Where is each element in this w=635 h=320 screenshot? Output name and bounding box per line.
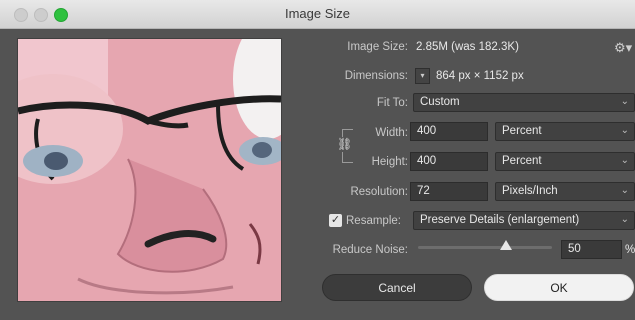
resample-method-select[interactable]: Preserve Details (enlargement) ⌄ [413, 211, 635, 230]
resolution-unit-select[interactable]: Pixels/Inch ⌄ [495, 182, 635, 201]
fit-to-select[interactable]: Custom ⌄ [413, 93, 635, 112]
chevron-down-icon[interactable]: ▾ [415, 68, 430, 84]
height-unit-select[interactable]: Percent ⌄ [495, 152, 635, 171]
gear-icon[interactable]: ⚙▾ [614, 40, 632, 56]
chain-link-icon[interactable]: ⛓ [337, 137, 352, 152]
width-label: Width: [375, 127, 408, 139]
resolution-label: Resolution: [350, 186, 408, 198]
fit-to-value: Custom [420, 96, 460, 108]
reduce-noise-label: Reduce Noise: [332, 244, 408, 256]
resolution-input[interactable]: 72 [410, 182, 488, 201]
chevron-down-icon: ⌄ [620, 125, 629, 136]
resample-label: Resample: [346, 215, 401, 227]
height-label: Height: [371, 156, 408, 168]
image-size-value: 2.85M (was 182.3K) [416, 41, 519, 53]
face-preview-image [18, 39, 281, 301]
chevron-down-icon: ⌄ [620, 155, 629, 166]
reduce-noise-unit: % [625, 244, 635, 256]
width-unit-value: Percent [502, 125, 542, 137]
reduce-noise-input[interactable]: 50 [561, 240, 622, 259]
chevron-down-icon: ⌄ [620, 185, 629, 196]
cancel-button[interactable]: Cancel [322, 274, 472, 301]
image-preview[interactable] [17, 38, 282, 302]
chevron-down-icon: ⌄ [620, 214, 629, 225]
resolution-unit-value: Pixels/Inch [502, 185, 558, 197]
resample-checkbox[interactable]: ✓ [329, 214, 342, 227]
ok-button[interactable]: OK [484, 274, 634, 301]
reduce-noise-slider-thumb[interactable] [500, 240, 512, 250]
image-size-dialog: Image Size Image Size: 2.85M (was 182.3K… [0, 0, 635, 320]
chevron-down-icon: ⌄ [620, 96, 629, 107]
title-bar: Image Size [0, 0, 635, 29]
window-title: Image Size [284, 6, 351, 21]
image-size-label: Image Size: [347, 41, 408, 53]
resample-method-value: Preserve Details (enlargement) [420, 214, 580, 226]
height-input[interactable]: 400 [410, 152, 488, 171]
height-unit-value: Percent [502, 155, 542, 167]
reduce-noise-slider-track[interactable] [418, 246, 552, 249]
dimensions-value: 864 px × 1152 px [436, 70, 524, 82]
width-unit-select[interactable]: Percent ⌄ [495, 122, 635, 141]
fit-to-label: Fit To: [376, 97, 408, 109]
width-input[interactable]: 400 [410, 122, 488, 141]
dimensions-label: Dimensions: [344, 70, 408, 82]
